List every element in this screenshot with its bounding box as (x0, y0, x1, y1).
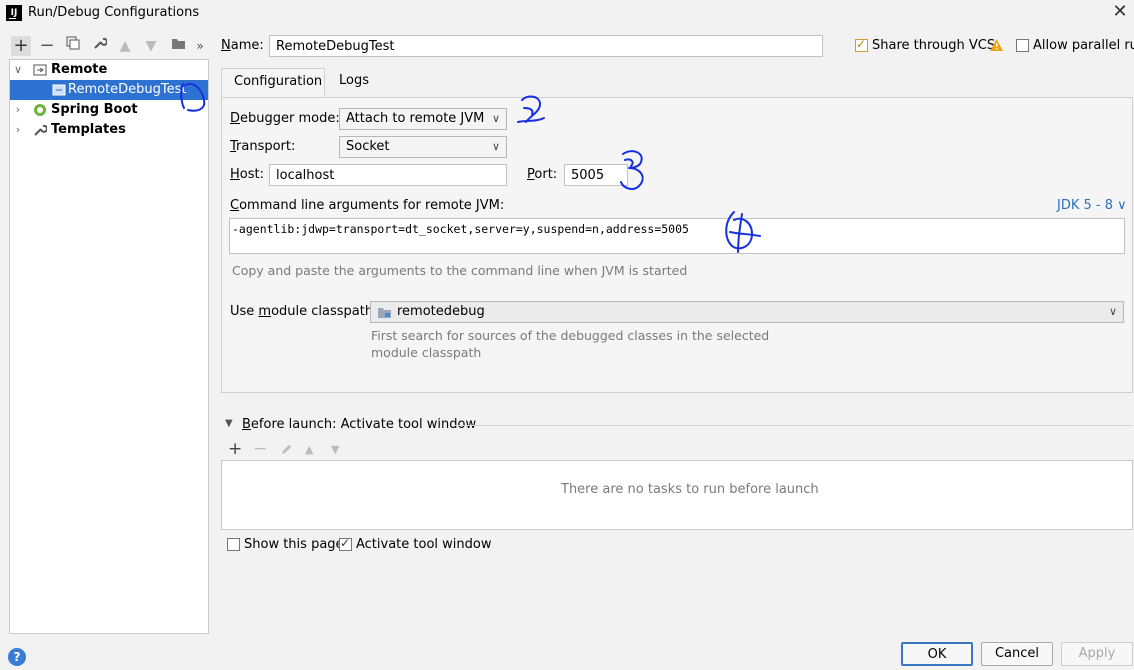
tree-item-label: Remote (51, 62, 108, 77)
module-classpath-value: remotedebug (397, 304, 485, 319)
tasks-list[interactable]: There are no tasks to run before launch (221, 460, 1133, 530)
chevron-down-icon: ∨ (1108, 305, 1117, 318)
remove-task-button[interactable]: − (253, 439, 267, 459)
tree-item-label: RemoteDebugTest (68, 82, 187, 97)
chevron-down-icon: ∨ (491, 112, 500, 125)
ink-annotation-3 (620, 150, 644, 190)
move-up-button[interactable]: ▲ (115, 36, 135, 56)
cmd-args-text: -agentlib:jdwp=transport=dt_socket,serve… (232, 222, 689, 236)
module-folder-icon (378, 308, 391, 318)
tree-item-templates[interactable]: › Templates (10, 120, 208, 140)
cancel-button[interactable]: Cancel (981, 642, 1053, 666)
no-tasks-text: There are no tasks to run before launch (561, 482, 819, 497)
copy-config-button[interactable] (63, 36, 83, 56)
host-field[interactable] (269, 164, 507, 186)
share-vcs-label: Share through VCS (872, 38, 996, 53)
cmd-args-label: Command line arguments for remote JVM: (230, 198, 505, 213)
edit-task-pencil-icon[interactable] (280, 443, 293, 456)
tree-item-label: Spring Boot (51, 102, 138, 117)
edit-defaults-button[interactable] (90, 36, 110, 56)
jdk-version-link[interactable]: JDK 5 - 8 ∨ (1057, 198, 1127, 213)
tab-label: Logs (339, 73, 369, 88)
host-label: Host: (230, 167, 264, 182)
add-task-button[interactable]: + (228, 439, 242, 459)
jdk-version-text: JDK 5 - 8 (1057, 198, 1113, 213)
name-label: Name: (221, 38, 264, 53)
cmd-args-hint: Copy and paste the arguments to the comm… (232, 263, 688, 278)
allow-parallel-checkbox[interactable] (1016, 39, 1029, 52)
cmd-args-textarea[interactable]: -agentlib:jdwp=transport=dt_socket,serve… (229, 218, 1125, 254)
name-field[interactable] (269, 35, 823, 57)
show-page-checkbox[interactable] (227, 538, 240, 551)
chevron-down-icon[interactable]: ∨ (12, 60, 24, 80)
tab-logs[interactable]: Logs (325, 68, 381, 98)
show-page-label: Show this page (244, 537, 344, 552)
warning-icon (990, 39, 1003, 51)
task-down-button[interactable]: ▼ (331, 443, 339, 456)
tab-configuration[interactable]: Configuration (221, 68, 325, 98)
debugger-mode-value: Attach to remote JVM (346, 111, 485, 126)
intellij-app-icon: IJ (6, 5, 22, 21)
module-classpath-label: Use module classpath: (230, 304, 378, 319)
module-hint-line1: First search for sources of the debugged… (371, 328, 770, 343)
chevron-right-icon[interactable]: › (12, 100, 24, 120)
chevron-down-icon: ∨ (491, 140, 500, 153)
move-down-button[interactable]: ▼ (141, 36, 161, 56)
task-up-button[interactable]: ▲ (305, 443, 313, 456)
add-config-button[interactable]: + (11, 36, 31, 56)
debugger-mode-select[interactable]: Attach to remote JVM ∨ (339, 108, 507, 130)
copy-icon (66, 36, 80, 50)
before-launch-label: Before launch: Activate tool window (242, 417, 477, 432)
transport-value: Socket (346, 139, 390, 154)
ink-annotation-1 (180, 82, 206, 112)
tree-item-label: Templates (51, 122, 126, 137)
module-classpath-select[interactable]: remotedebug ∨ (370, 301, 1124, 323)
activate-tool-window-checkbox[interactable] (339, 536, 352, 551)
more-icon[interactable]: » (193, 36, 207, 56)
transport-select[interactable]: Socket ∨ (339, 136, 507, 158)
help-icon[interactable]: ? (8, 648, 26, 666)
debugger-mode-label: Debugger mode: (230, 111, 340, 126)
module-hint-line2: module classpath (371, 345, 482, 360)
config-tree[interactable]: ∨ Remote RemoteDebugTest › Spring Boot ›… (9, 59, 209, 634)
tab-label: Configuration (234, 74, 323, 89)
share-vcs-checkbox[interactable] (855, 37, 868, 52)
ok-button[interactable]: OK (901, 642, 973, 666)
remote-icon (33, 64, 47, 76)
folder-icon (171, 39, 185, 49)
apply-button[interactable]: Apply (1061, 642, 1133, 666)
wrench-icon (94, 37, 108, 49)
divider (455, 425, 1133, 426)
ink-annotation-2 (517, 95, 545, 123)
close-icon[interactable]: ✕ (1110, 2, 1130, 22)
new-folder-button[interactable] (168, 36, 188, 56)
collapse-triangle-icon[interactable]: ▼ (225, 418, 233, 429)
window-title: Run/Debug Configurations (28, 5, 200, 20)
wrench-icon (34, 124, 47, 136)
allow-parallel-label: Allow parallel run (1033, 38, 1134, 53)
remove-config-button[interactable]: − (37, 36, 57, 56)
spring-boot-icon (34, 104, 46, 116)
activate-tool-window-label: Activate tool window (356, 537, 492, 552)
chevron-right-icon[interactable]: › (12, 120, 24, 140)
transport-label: Transport: (230, 139, 296, 154)
remote-config-icon (52, 84, 66, 96)
ink-annotation-4 (725, 211, 761, 253)
port-label: Port: (527, 167, 558, 182)
